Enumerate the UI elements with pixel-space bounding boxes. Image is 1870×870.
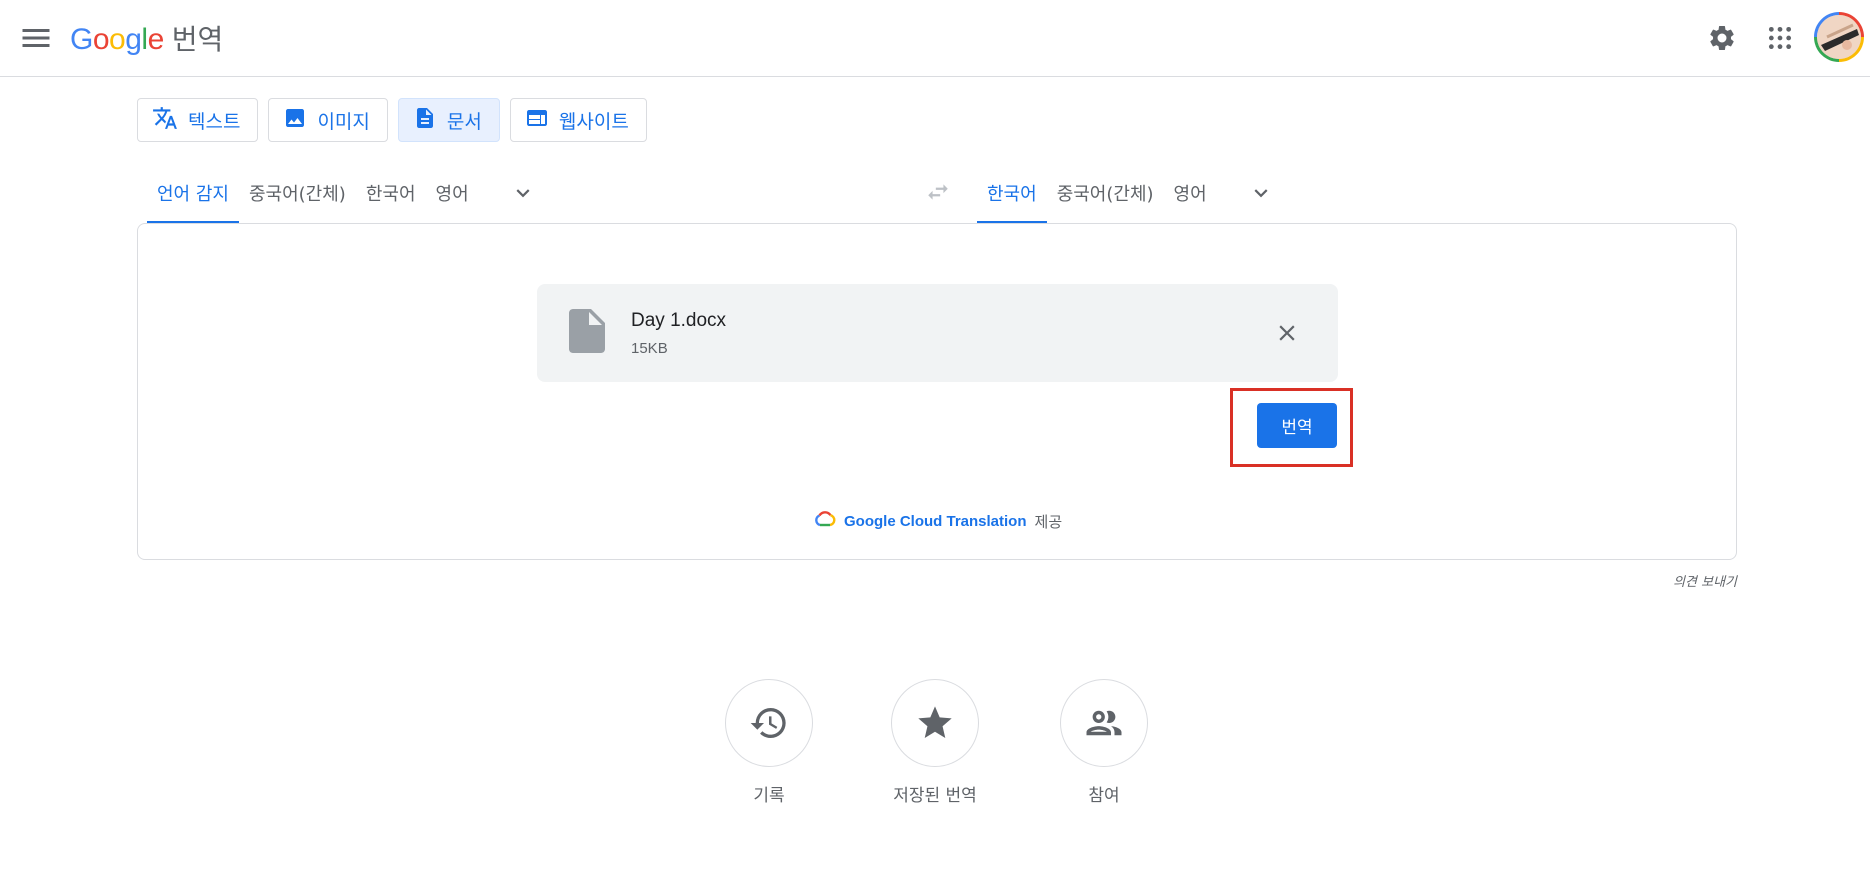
target-lang-english[interactable]: 영어 xyxy=(1164,165,1217,223)
product-name: 번역 xyxy=(171,23,224,56)
google-translate-logo[interactable]: Google 번역 xyxy=(70,18,223,58)
powered-by: Google Cloud Translation 제공 xyxy=(814,510,1062,532)
target-language-bar: 한국어 중국어(간체) 영어 xyxy=(977,165,1281,223)
community-button[interactable]: 참여 xyxy=(1024,679,1184,806)
swap-languages-icon[interactable] xyxy=(918,172,958,212)
powered-suffix: 제공 xyxy=(1034,512,1063,531)
target-lang-chinese[interactable]: 중국어(간체) xyxy=(1047,165,1164,223)
source-lang-english[interactable]: 영어 xyxy=(426,165,479,223)
history-icon xyxy=(725,679,813,767)
source-lang-chinese[interactable]: 중국어(간체) xyxy=(239,165,356,223)
source-language-bar: 언어 감지 중국어(간체) 한국어 영어 xyxy=(147,165,543,223)
image-icon xyxy=(283,106,307,135)
top-app-bar: Google 번역 xyxy=(0,0,1870,77)
tab-website[interactable]: 웹사이트 xyxy=(509,98,647,142)
source-lang-detect[interactable]: 언어 감지 xyxy=(147,165,239,223)
chevron-down-icon[interactable] xyxy=(1241,173,1281,213)
gear-icon[interactable] xyxy=(1702,18,1742,58)
tab-document[interactable]: 문서 xyxy=(397,98,500,142)
powered-brand[interactable]: Google Cloud Translation xyxy=(844,513,1027,530)
google-logo: Google xyxy=(70,23,164,57)
logo-letter: g xyxy=(125,23,142,56)
history-button[interactable]: 기록 xyxy=(689,679,849,806)
logo-letter: G xyxy=(70,23,93,56)
file-name: Day 1.docx xyxy=(631,310,727,331)
action-label: 참여 xyxy=(1088,786,1120,806)
target-lang-korean[interactable]: 한국어 xyxy=(977,165,1047,223)
translate-button[interactable]: 번역 xyxy=(1257,403,1337,448)
website-icon xyxy=(525,106,549,135)
chevron-down-icon[interactable] xyxy=(503,173,543,213)
logo-letter: o xyxy=(109,23,126,56)
file-card: Day 1.docx 15KB xyxy=(537,284,1338,382)
people-icon xyxy=(1060,679,1148,767)
bottom-actions: 기록 저장된 번역 참여 xyxy=(0,679,1870,819)
apps-grid-icon[interactable] xyxy=(1760,18,1800,58)
logo-letter: o xyxy=(92,23,110,56)
action-label: 기록 xyxy=(753,786,785,806)
logo-letter: e xyxy=(147,23,165,56)
tab-text[interactable]: 텍스트 xyxy=(137,98,259,142)
mode-tabs: 텍스트 이미지 문서 웹사이트 xyxy=(137,98,647,142)
tab-label: 텍스트 xyxy=(188,110,241,133)
tab-image[interactable]: 이미지 xyxy=(268,98,388,142)
source-lang-korean[interactable]: 한국어 xyxy=(356,165,426,223)
google-cloud-icon xyxy=(814,510,836,532)
tab-label: 이미지 xyxy=(317,110,370,133)
document-icon xyxy=(413,106,437,135)
tab-label: 문서 xyxy=(446,110,482,133)
send-feedback-link[interactable]: 의견 보내기 xyxy=(1620,571,1737,590)
document-panel: Day 1.docx 15KB 번역 Google Cloud Translat… xyxy=(137,223,1737,560)
close-icon[interactable] xyxy=(1267,313,1307,353)
tab-label: 웹사이트 xyxy=(558,110,629,133)
hamburger-menu-icon[interactable] xyxy=(18,20,54,56)
action-label: 저장된 번역 xyxy=(893,786,977,806)
avatar[interactable] xyxy=(1814,12,1864,62)
saved-translations-button[interactable]: 저장된 번역 xyxy=(855,679,1015,806)
translate-icon xyxy=(152,105,178,136)
file-icon xyxy=(569,309,605,358)
file-size: 15KB xyxy=(631,340,668,357)
star-icon xyxy=(891,679,979,767)
